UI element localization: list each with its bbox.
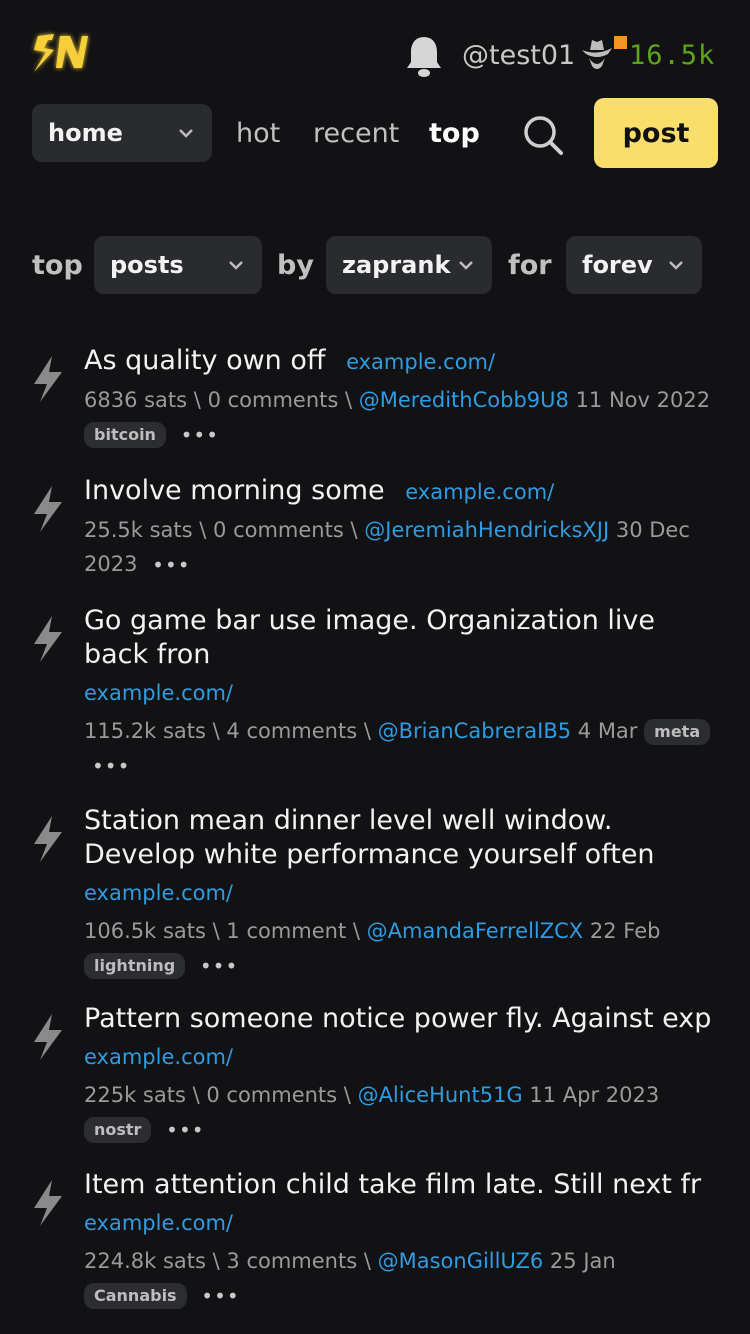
user-menu[interactable]: @test01 bbox=[462, 38, 575, 74]
item-comments[interactable]: 0 comments bbox=[213, 518, 344, 542]
item-title[interactable]: Item attention child take film late. Sti… bbox=[84, 1169, 701, 1200]
item-tag[interactable]: bitcoin bbox=[84, 422, 166, 448]
filter-what-select[interactable]: posts bbox=[94, 236, 262, 294]
separator: \ bbox=[192, 1083, 200, 1107]
item-comments[interactable]: 0 comments bbox=[206, 1083, 337, 1107]
zap-bolt-icon[interactable] bbox=[30, 482, 66, 536]
item-comments[interactable]: 4 comments bbox=[226, 719, 357, 743]
more-options-icon[interactable]: ••• bbox=[92, 749, 130, 783]
item-sats: 106.5k sats bbox=[84, 919, 206, 943]
item-sats: 115.2k sats bbox=[84, 719, 206, 743]
filter-by-select[interactable]: zaprank bbox=[326, 236, 492, 294]
more-options-icon[interactable]: ••• bbox=[181, 418, 219, 452]
item-tag[interactable]: lightning bbox=[84, 953, 186, 979]
item-user[interactable]: @JeremiahHendricksXJJ bbox=[364, 518, 609, 542]
cowboy-hat-icon bbox=[582, 40, 612, 69]
filter-top-label: top bbox=[32, 250, 83, 281]
filter-by-label: by bbox=[277, 250, 314, 281]
item-link[interactable]: example.com/ bbox=[84, 1206, 714, 1240]
notification-bell-icon[interactable] bbox=[404, 34, 444, 78]
item-title[interactable]: Involve morning some bbox=[84, 475, 385, 506]
separator: \ bbox=[350, 518, 358, 542]
item-sats: 225k sats bbox=[84, 1083, 186, 1107]
item-date[interactable]: 25 Jan bbox=[550, 1249, 616, 1273]
item-title[interactable]: As quality own off bbox=[84, 345, 325, 376]
sub-select[interactable]: home bbox=[32, 104, 212, 162]
zap-bolt-icon[interactable] bbox=[30, 812, 66, 866]
more-options-icon[interactable]: ••• bbox=[152, 548, 190, 582]
item-date[interactable]: 4 Mar bbox=[578, 719, 638, 743]
more-options-icon[interactable]: ••• bbox=[201, 1279, 239, 1313]
zap-bolt-icon[interactable] bbox=[30, 612, 66, 666]
chevron-down-icon bbox=[459, 261, 473, 270]
item-user[interactable]: @MasonGillUZ6 bbox=[378, 1249, 544, 1273]
item-sats: 224.8k sats bbox=[84, 1249, 206, 1273]
item-user[interactable]: @AliceHunt51G bbox=[358, 1083, 523, 1107]
item-comments[interactable]: 0 comments bbox=[208, 388, 339, 412]
item-tag[interactable]: meta bbox=[644, 719, 711, 745]
item-date[interactable]: 22 Feb bbox=[590, 919, 661, 943]
filter-when-select[interactable]: forev bbox=[566, 236, 702, 294]
item-title[interactable]: Station mean dinner level well window. D… bbox=[84, 805, 655, 870]
zap-bolt-icon[interactable] bbox=[30, 1176, 66, 1230]
sats-balance[interactable]: 16.5k bbox=[629, 38, 715, 74]
filter-what-value: posts bbox=[110, 251, 184, 279]
item-date[interactable]: 11 Nov 2022 bbox=[576, 388, 711, 412]
sn-logo-icon[interactable] bbox=[30, 28, 92, 80]
separator: \ bbox=[352, 919, 360, 943]
separator: \ bbox=[212, 919, 220, 943]
separator: \ bbox=[193, 388, 201, 412]
search-icon[interactable] bbox=[522, 114, 564, 156]
item-link[interactable]: example.com/ bbox=[84, 1040, 714, 1074]
item-title[interactable]: Pattern someone notice power fly. Agains… bbox=[84, 1003, 711, 1034]
more-options-icon[interactable]: ••• bbox=[200, 949, 238, 983]
item-user[interactable]: @MeredithCobb9U8 bbox=[359, 388, 569, 412]
separator: \ bbox=[212, 719, 220, 743]
more-options-icon[interactable]: ••• bbox=[166, 1113, 204, 1147]
chevron-down-icon bbox=[229, 261, 243, 270]
item-link[interactable]: example.com/ bbox=[84, 876, 714, 910]
top-bar: @test01 16.5k bbox=[0, 0, 750, 110]
item-title[interactable]: Go game bar use image. Organization live… bbox=[84, 605, 655, 670]
item-comments[interactable]: 1 comment bbox=[226, 919, 346, 943]
item-tag[interactable]: Cannabis bbox=[84, 1283, 187, 1309]
item-sats: 25.5k sats bbox=[84, 518, 193, 542]
item-tag[interactable]: nostr bbox=[84, 1117, 152, 1143]
item-link[interactable]: example.com/ bbox=[346, 350, 495, 374]
item-link[interactable]: example.com/ bbox=[84, 676, 714, 710]
separator: \ bbox=[345, 388, 353, 412]
chevron-down-icon bbox=[179, 129, 193, 138]
item-user[interactable]: @AmandaFerrellZCX bbox=[367, 919, 584, 943]
separator: \ bbox=[343, 1083, 351, 1107]
item-comments[interactable]: 3 comments bbox=[226, 1249, 357, 1273]
separator: \ bbox=[363, 1249, 371, 1273]
sub-select-value: home bbox=[48, 119, 123, 147]
nav-top[interactable]: top bbox=[429, 116, 480, 152]
filter-for-label: for bbox=[508, 250, 552, 281]
filter-when-value: forev bbox=[582, 251, 653, 279]
separator: \ bbox=[199, 518, 207, 542]
separator: \ bbox=[363, 719, 371, 743]
nav-hot[interactable]: hot bbox=[236, 116, 280, 152]
zap-bolt-icon[interactable] bbox=[30, 1010, 66, 1064]
nav-recent[interactable]: recent bbox=[313, 116, 399, 152]
chevron-down-icon bbox=[668, 260, 684, 270]
item-date[interactable]: 11 Apr 2023 bbox=[529, 1083, 659, 1107]
item-user[interactable]: @BrianCabreraIB5 bbox=[378, 719, 571, 743]
item-link[interactable]: example.com/ bbox=[405, 480, 554, 504]
separator: \ bbox=[212, 1249, 220, 1273]
filter-by-value: zaprank bbox=[342, 251, 451, 279]
item-sats: 6836 sats bbox=[84, 388, 188, 412]
zap-bolt-icon[interactable] bbox=[30, 352, 66, 406]
streak-indicator bbox=[614, 36, 627, 49]
post-button[interactable]: post bbox=[594, 98, 718, 168]
